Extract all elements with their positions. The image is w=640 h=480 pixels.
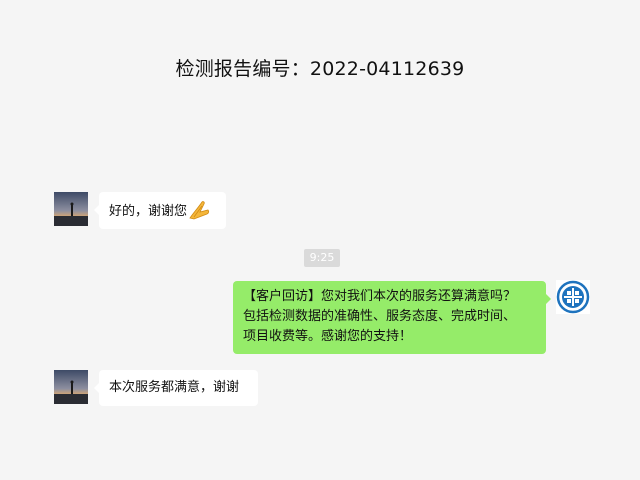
folded-hands-icon xyxy=(188,200,210,227)
message-line: 【客户回访】您对我们本次的服务还算满意吗？ xyxy=(243,289,517,304)
message-bubble-sent[interactable]: 【客户回访】您对我们本次的服务还算满意吗？ 包括检测数据的准确性、服务态度、完成… xyxy=(233,281,551,354)
avatar[interactable] xyxy=(54,192,88,226)
message-bubble-received[interactable]: 好的，谢谢您 xyxy=(94,192,226,229)
avatar-photo-icon xyxy=(54,370,88,404)
message-line: 包括检测数据的准确性、服务态度、完成时间、 xyxy=(243,309,517,324)
message-text: 好的，谢谢您 xyxy=(109,204,188,219)
avatar[interactable] xyxy=(54,370,88,404)
message-text: 本次服务都满意，谢谢 xyxy=(109,380,240,395)
avatar-self[interactable] xyxy=(556,280,590,314)
timestamp: 9:25 xyxy=(304,249,340,267)
message-line: 项目收费等。感谢您的支持！ xyxy=(243,329,413,344)
company-logo-icon xyxy=(556,280,590,314)
page-title: 检测报告编号：2022-04112639 xyxy=(175,58,465,80)
message-bubble-received[interactable]: 本次服务都满意，谢谢 xyxy=(94,370,258,406)
avatar-photo-icon xyxy=(54,192,88,226)
